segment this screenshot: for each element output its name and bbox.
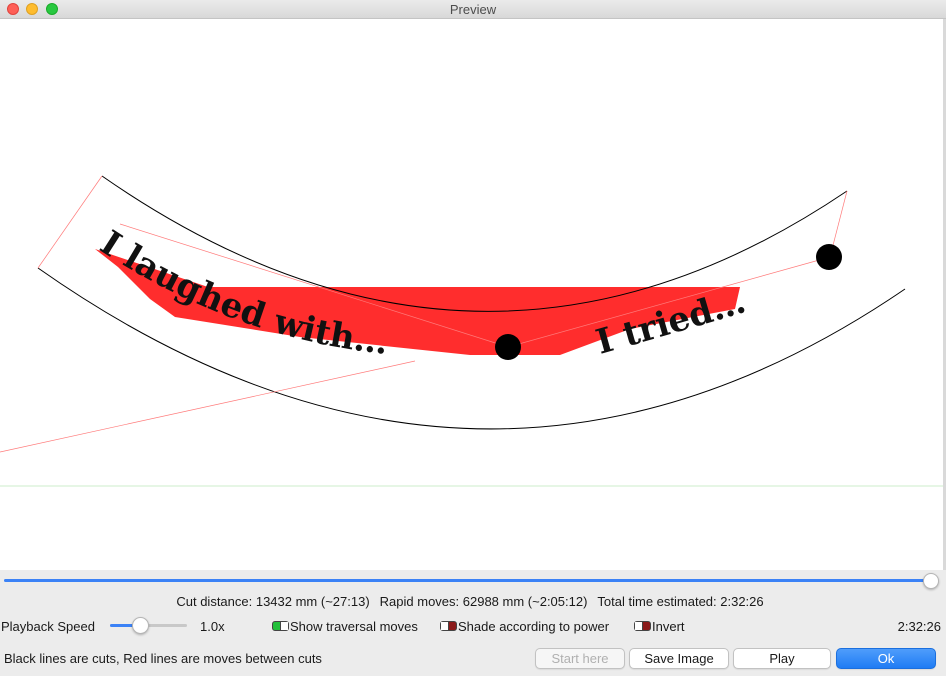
- show-traversal-label: Show traversal moves: [290, 619, 418, 634]
- playback-speed-label: Playback Speed: [1, 619, 95, 634]
- invert-toggle[interactable]: [634, 621, 651, 631]
- elapsed-time: 2:32:26: [897, 619, 941, 634]
- shade-power-toggle[interactable]: [440, 621, 457, 631]
- ok-button[interactable]: Ok: [836, 648, 936, 669]
- rapid-moves-text: Rapid moves: 62988 mm (~2:05:12): [379, 594, 588, 609]
- show-traversal-toggle[interactable]: [272, 621, 289, 631]
- shade-power-label: Shade according to power: [458, 619, 610, 634]
- start-here-button[interactable]: Start here: [535, 648, 625, 669]
- start-point-marker: [816, 244, 842, 270]
- window-title: Preview: [449, 2, 497, 17]
- legend-text: Black lines are cuts, Red lines are move…: [4, 651, 322, 666]
- invert-label: Invert: [652, 619, 685, 634]
- speed-value: 1.0x: [200, 619, 225, 634]
- speed-slider-knob[interactable]: [132, 617, 149, 634]
- total-time-text: Total time estimated: 2:32:26: [597, 594, 764, 609]
- play-button[interactable]: Play: [733, 648, 831, 669]
- preview-canvas[interactable]: I laughed with… I tried…: [0, 19, 946, 570]
- window-titlebar: Preview: [0, 0, 946, 19]
- end-point-marker: [495, 334, 521, 360]
- cut-distance-text: Cut distance: 13432 mm (~27:13): [176, 594, 370, 609]
- playback-progress-knob[interactable]: [923, 573, 939, 589]
- save-image-button[interactable]: Save Image: [629, 648, 729, 669]
- playback-progress-track[interactable]: [4, 579, 930, 582]
- stats-line: Cut distance: 13432 mm (~27:13) Rapid mov…: [0, 594, 940, 609]
- cut-preview-drawing: I laughed with… I tried…: [0, 175, 946, 487]
